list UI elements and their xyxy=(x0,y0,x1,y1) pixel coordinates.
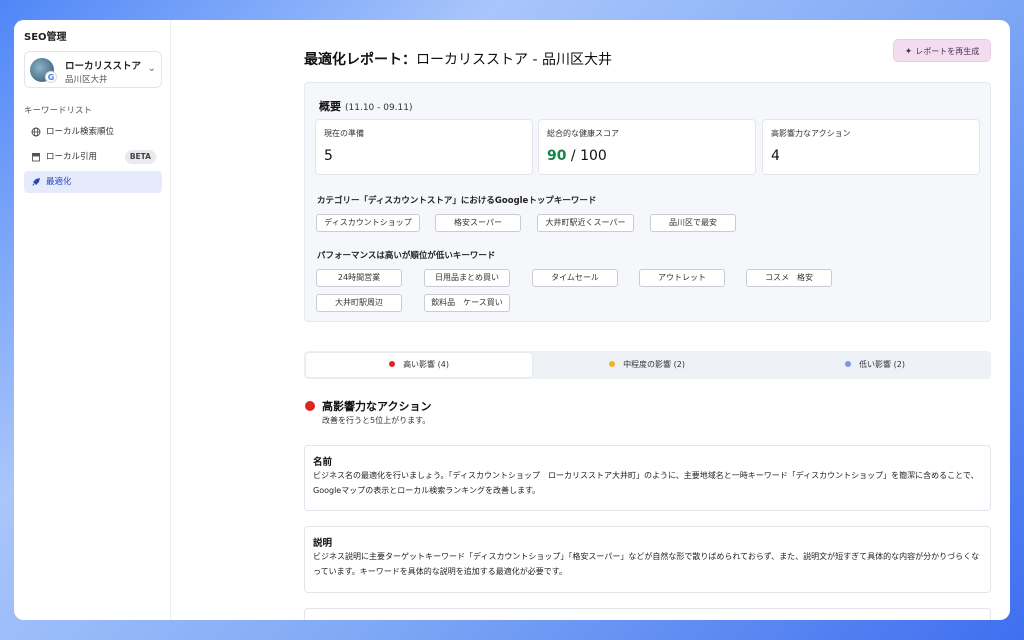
beta-badge: BETA xyxy=(124,150,156,164)
keyword-chip: アウトレット xyxy=(639,269,725,287)
stat-card-high-impact-actions: 高影響力なアクション 4 xyxy=(762,119,980,175)
tab-low-impact[interactable]: 低い影響 (2) xyxy=(762,353,988,377)
overview-title: 概要 (11.10 - 09.11) xyxy=(319,98,413,114)
rocket-icon xyxy=(30,171,42,196)
card-body: ビジネス名の最適化を行いましょう。「ディスカウントショップ ローカリスストア大井… xyxy=(313,471,979,495)
business-profile-selector[interactable]: G ローカリスストア 品川区大井 ⌄ xyxy=(24,51,162,88)
impact-tabs: 高い影響 (4) 中程度の影響 (2) 低い影響 (2) xyxy=(304,351,991,379)
stat-value: 4 xyxy=(771,148,780,164)
health-score: 90 xyxy=(547,148,567,164)
store-location: 品川区大井 xyxy=(65,75,108,85)
stat-card-readiness: 現在の準備 5 xyxy=(315,119,533,175)
health-score-max: / 100 xyxy=(566,148,607,164)
red-dot-icon xyxy=(389,361,396,367)
action-card-name: 名前 ビジネス名の最適化を行いましょう。「ディスカウントショップ ローカリススト… xyxy=(304,445,991,511)
store-icon xyxy=(30,146,42,171)
stat-label: 現在の準備 xyxy=(324,129,364,138)
yellow-dot-icon xyxy=(609,361,616,367)
sidebar: SEO管理 G ローカリスストア 品川区大井 ⌄ キーワードリスト ローカル検索… xyxy=(14,20,171,620)
tab-label: 低い影響 (2) xyxy=(859,360,905,369)
actions-title: 高影響力なアクション xyxy=(322,400,432,413)
card-title: 名前 xyxy=(313,457,333,468)
keyword-chip: 24時間営業 xyxy=(316,269,402,287)
keyword-chip: 品川区で最安 xyxy=(650,214,736,232)
page-title: 最適化レポート：ローカリスストア - 品川区大井 xyxy=(304,49,612,69)
regenerate-report-button[interactable]: ✦ レポートを再生成 xyxy=(893,39,991,62)
stat-label: 高影響力なアクション xyxy=(771,129,851,138)
tab-label: 高い影響 (4) xyxy=(403,360,449,369)
store-name: ローカリスストア xyxy=(65,61,142,72)
sidebar-section-label: キーワードリスト xyxy=(24,106,93,116)
keyword-chip: 日用品まとめ買い xyxy=(424,269,510,287)
sidebar-item-local-search-rank[interactable]: ローカル検索順位 xyxy=(24,121,162,143)
keyword-chip: ディスカウントショップ xyxy=(316,214,420,232)
card-body: ビジネス説明に主要ターゲットキーワード「ディスカウントショップ」「格安スーパー」… xyxy=(313,552,980,576)
regenerate-label: レポートを再生成 xyxy=(915,47,980,56)
overview-heading: 概要 xyxy=(319,100,341,113)
overview-panel: 概要 (11.10 - 09.11) 現在の準備 5 総合的な健康スコア 90 /… xyxy=(304,82,991,322)
stat-card-health-score: 総合的な健康スコア 90 / 100 xyxy=(538,119,756,175)
actions-subtitle: 改善を行うと5位上がります。 xyxy=(322,416,431,425)
stat-label: 総合的な健康スコア xyxy=(547,129,619,138)
action-card-next xyxy=(304,608,991,620)
sparkle-icon: ✦ xyxy=(904,47,913,57)
tab-medium-impact[interactable]: 中程度の影響 (2) xyxy=(534,353,760,377)
sidebar-item-local-citations[interactable]: ローカル引用 BETA xyxy=(24,146,162,168)
sidebar-item-label: 最適化 xyxy=(46,177,72,187)
keyword-chip: 飲料品 ケース買い xyxy=(424,294,510,312)
keyword-chip: 大井町駅近くスーパー xyxy=(537,214,634,232)
globe-icon xyxy=(30,121,42,146)
tab-label: 中程度の影響 (2) xyxy=(623,360,685,369)
stat-value: 5 xyxy=(324,148,333,164)
page-title-prefix: 最適化レポート： xyxy=(304,52,416,68)
app-window: SEO管理 G ローカリスストア 品川区大井 ⌄ キーワードリスト ローカル検索… xyxy=(14,20,1010,620)
low-rank-keywords-heading: パフォーマンスは高いが順位が低いキーワード xyxy=(317,251,496,261)
google-icon: G xyxy=(45,71,57,83)
sidebar-item-label: ローカル検索順位 xyxy=(46,127,115,137)
keyword-chip: 大井町駅周辺 xyxy=(316,294,402,312)
keyword-chip: タイムセール xyxy=(532,269,618,287)
sidebar-item-optimization[interactable]: 最適化 xyxy=(24,171,162,193)
health-score-value: 90 / 100 xyxy=(547,148,607,164)
tab-high-impact[interactable]: 高い影響 (4) xyxy=(306,353,532,377)
keyword-chip: コスメ 格安 xyxy=(746,269,832,287)
keyword-chip: 格安スーパー xyxy=(435,214,521,232)
action-card-description: 説明 ビジネス説明に主要ターゲットキーワード「ディスカウントショップ」「格安スー… xyxy=(304,526,991,593)
page-title-store: ローカリスストア - 品川区大井 xyxy=(416,52,612,68)
red-dot-icon xyxy=(305,401,315,411)
top-keywords-heading: カテゴリー「ディスカウントストア」におけるGoogleトップキーワード xyxy=(317,196,597,206)
chevron-down-icon: ⌄ xyxy=(147,63,156,74)
sidebar-title: SEO管理 xyxy=(24,32,67,43)
overview-date-range: (11.10 - 09.11) xyxy=(345,103,413,113)
sidebar-item-label: ローカル引用 xyxy=(46,152,98,162)
card-title: 説明 xyxy=(313,538,333,549)
blue-dot-icon xyxy=(845,361,852,367)
